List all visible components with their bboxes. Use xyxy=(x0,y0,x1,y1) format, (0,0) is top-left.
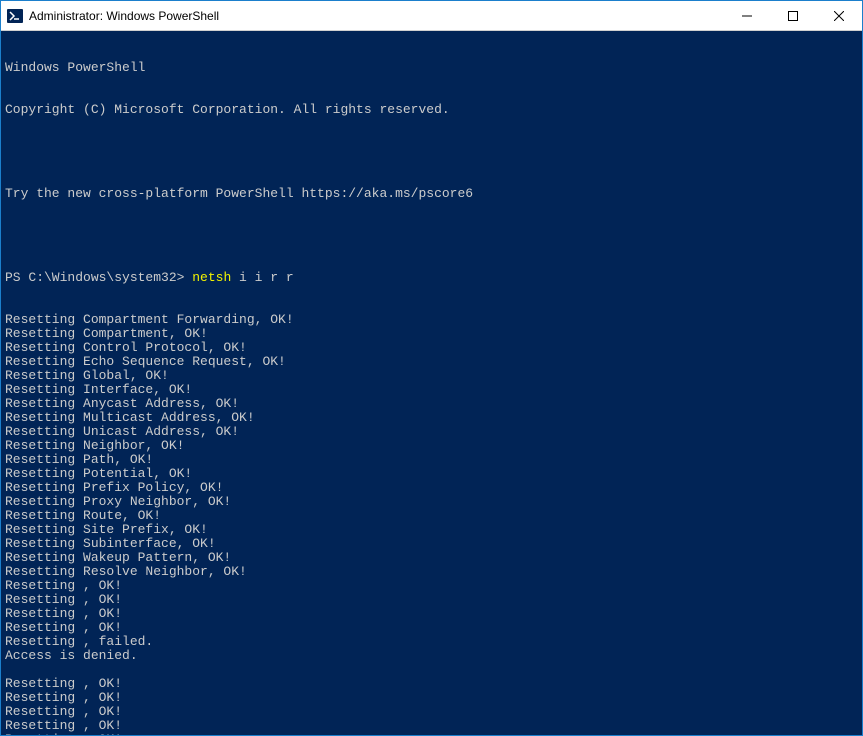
terminal-line: Resetting Compartment Forwarding, OK! xyxy=(5,313,862,327)
minimize-button[interactable] xyxy=(724,1,770,30)
terminal-line: Resetting , OK! xyxy=(5,607,862,621)
terminal-line xyxy=(5,145,862,159)
window-title: Administrator: Windows PowerShell xyxy=(29,9,724,23)
terminal-line: Resetting Unicast Address, OK! xyxy=(5,425,862,439)
terminal-line: Resetting , OK! xyxy=(5,719,862,733)
titlebar[interactable]: Administrator: Windows PowerShell xyxy=(1,1,862,31)
command-text: netsh xyxy=(192,270,231,285)
terminal-line: Resetting Route, OK! xyxy=(5,509,862,523)
terminal-line: Resetting Proxy Neighbor, OK! xyxy=(5,495,862,509)
terminal-line: Resetting , OK! xyxy=(5,677,862,691)
terminal-line: Resetting Resolve Neighbor, OK! xyxy=(5,565,862,579)
terminal-line: Resetting , OK! xyxy=(5,733,862,735)
terminal-line: Resetting Interface, OK! xyxy=(5,383,862,397)
powershell-window: Administrator: Windows PowerShell Window… xyxy=(0,0,863,736)
terminal-area[interactable]: Windows PowerShell Copyright (C) Microso… xyxy=(1,31,862,735)
terminal-line: Resetting Control Protocol, OK! xyxy=(5,341,862,355)
terminal-line: Copyright (C) Microsoft Corporation. All… xyxy=(5,103,862,117)
terminal-line: Windows PowerShell xyxy=(5,61,862,75)
prompt-path: PS C:\Windows\system32> xyxy=(5,270,192,285)
terminal-prompt-line: PS C:\Windows\system32> netsh i i r r xyxy=(5,271,862,285)
terminal-line: Resetting Wakeup Pattern, OK! xyxy=(5,551,862,565)
terminal-line: Access is denied. xyxy=(5,649,862,663)
close-button[interactable] xyxy=(816,1,862,30)
powershell-icon xyxy=(7,8,23,24)
terminal-line: Try the new cross-platform PowerShell ht… xyxy=(5,187,862,201)
terminal-line: Resetting Path, OK! xyxy=(5,453,862,467)
terminal-line: Resetting Potential, OK! xyxy=(5,467,862,481)
terminal-line: Resetting Global, OK! xyxy=(5,369,862,383)
terminal-line: Resetting Subinterface, OK! xyxy=(5,537,862,551)
terminal-line: Resetting Site Prefix, OK! xyxy=(5,523,862,537)
output-block: Resetting Compartment Forwarding, OK!Res… xyxy=(5,313,862,735)
terminal-line: Resetting , OK! xyxy=(5,593,862,607)
command-args: i i r r xyxy=(231,270,293,285)
terminal-line xyxy=(5,229,862,243)
terminal-line: Resetting Compartment, OK! xyxy=(5,327,862,341)
window-controls xyxy=(724,1,862,30)
terminal-line: Resetting , failed. xyxy=(5,635,862,649)
terminal-line: Resetting Multicast Address, OK! xyxy=(5,411,862,425)
terminal-line: Resetting , OK! xyxy=(5,691,862,705)
terminal-line: Resetting Prefix Policy, OK! xyxy=(5,481,862,495)
terminal-line: Resetting Anycast Address, OK! xyxy=(5,397,862,411)
terminal-line: Resetting , OK! xyxy=(5,705,862,719)
maximize-button[interactable] xyxy=(770,1,816,30)
terminal-line: Resetting Neighbor, OK! xyxy=(5,439,862,453)
terminal-line: Resetting , OK! xyxy=(5,579,862,593)
terminal-line: Resetting , OK! xyxy=(5,621,862,635)
terminal-line xyxy=(5,663,862,677)
terminal-line: Resetting Echo Sequence Request, OK! xyxy=(5,355,862,369)
